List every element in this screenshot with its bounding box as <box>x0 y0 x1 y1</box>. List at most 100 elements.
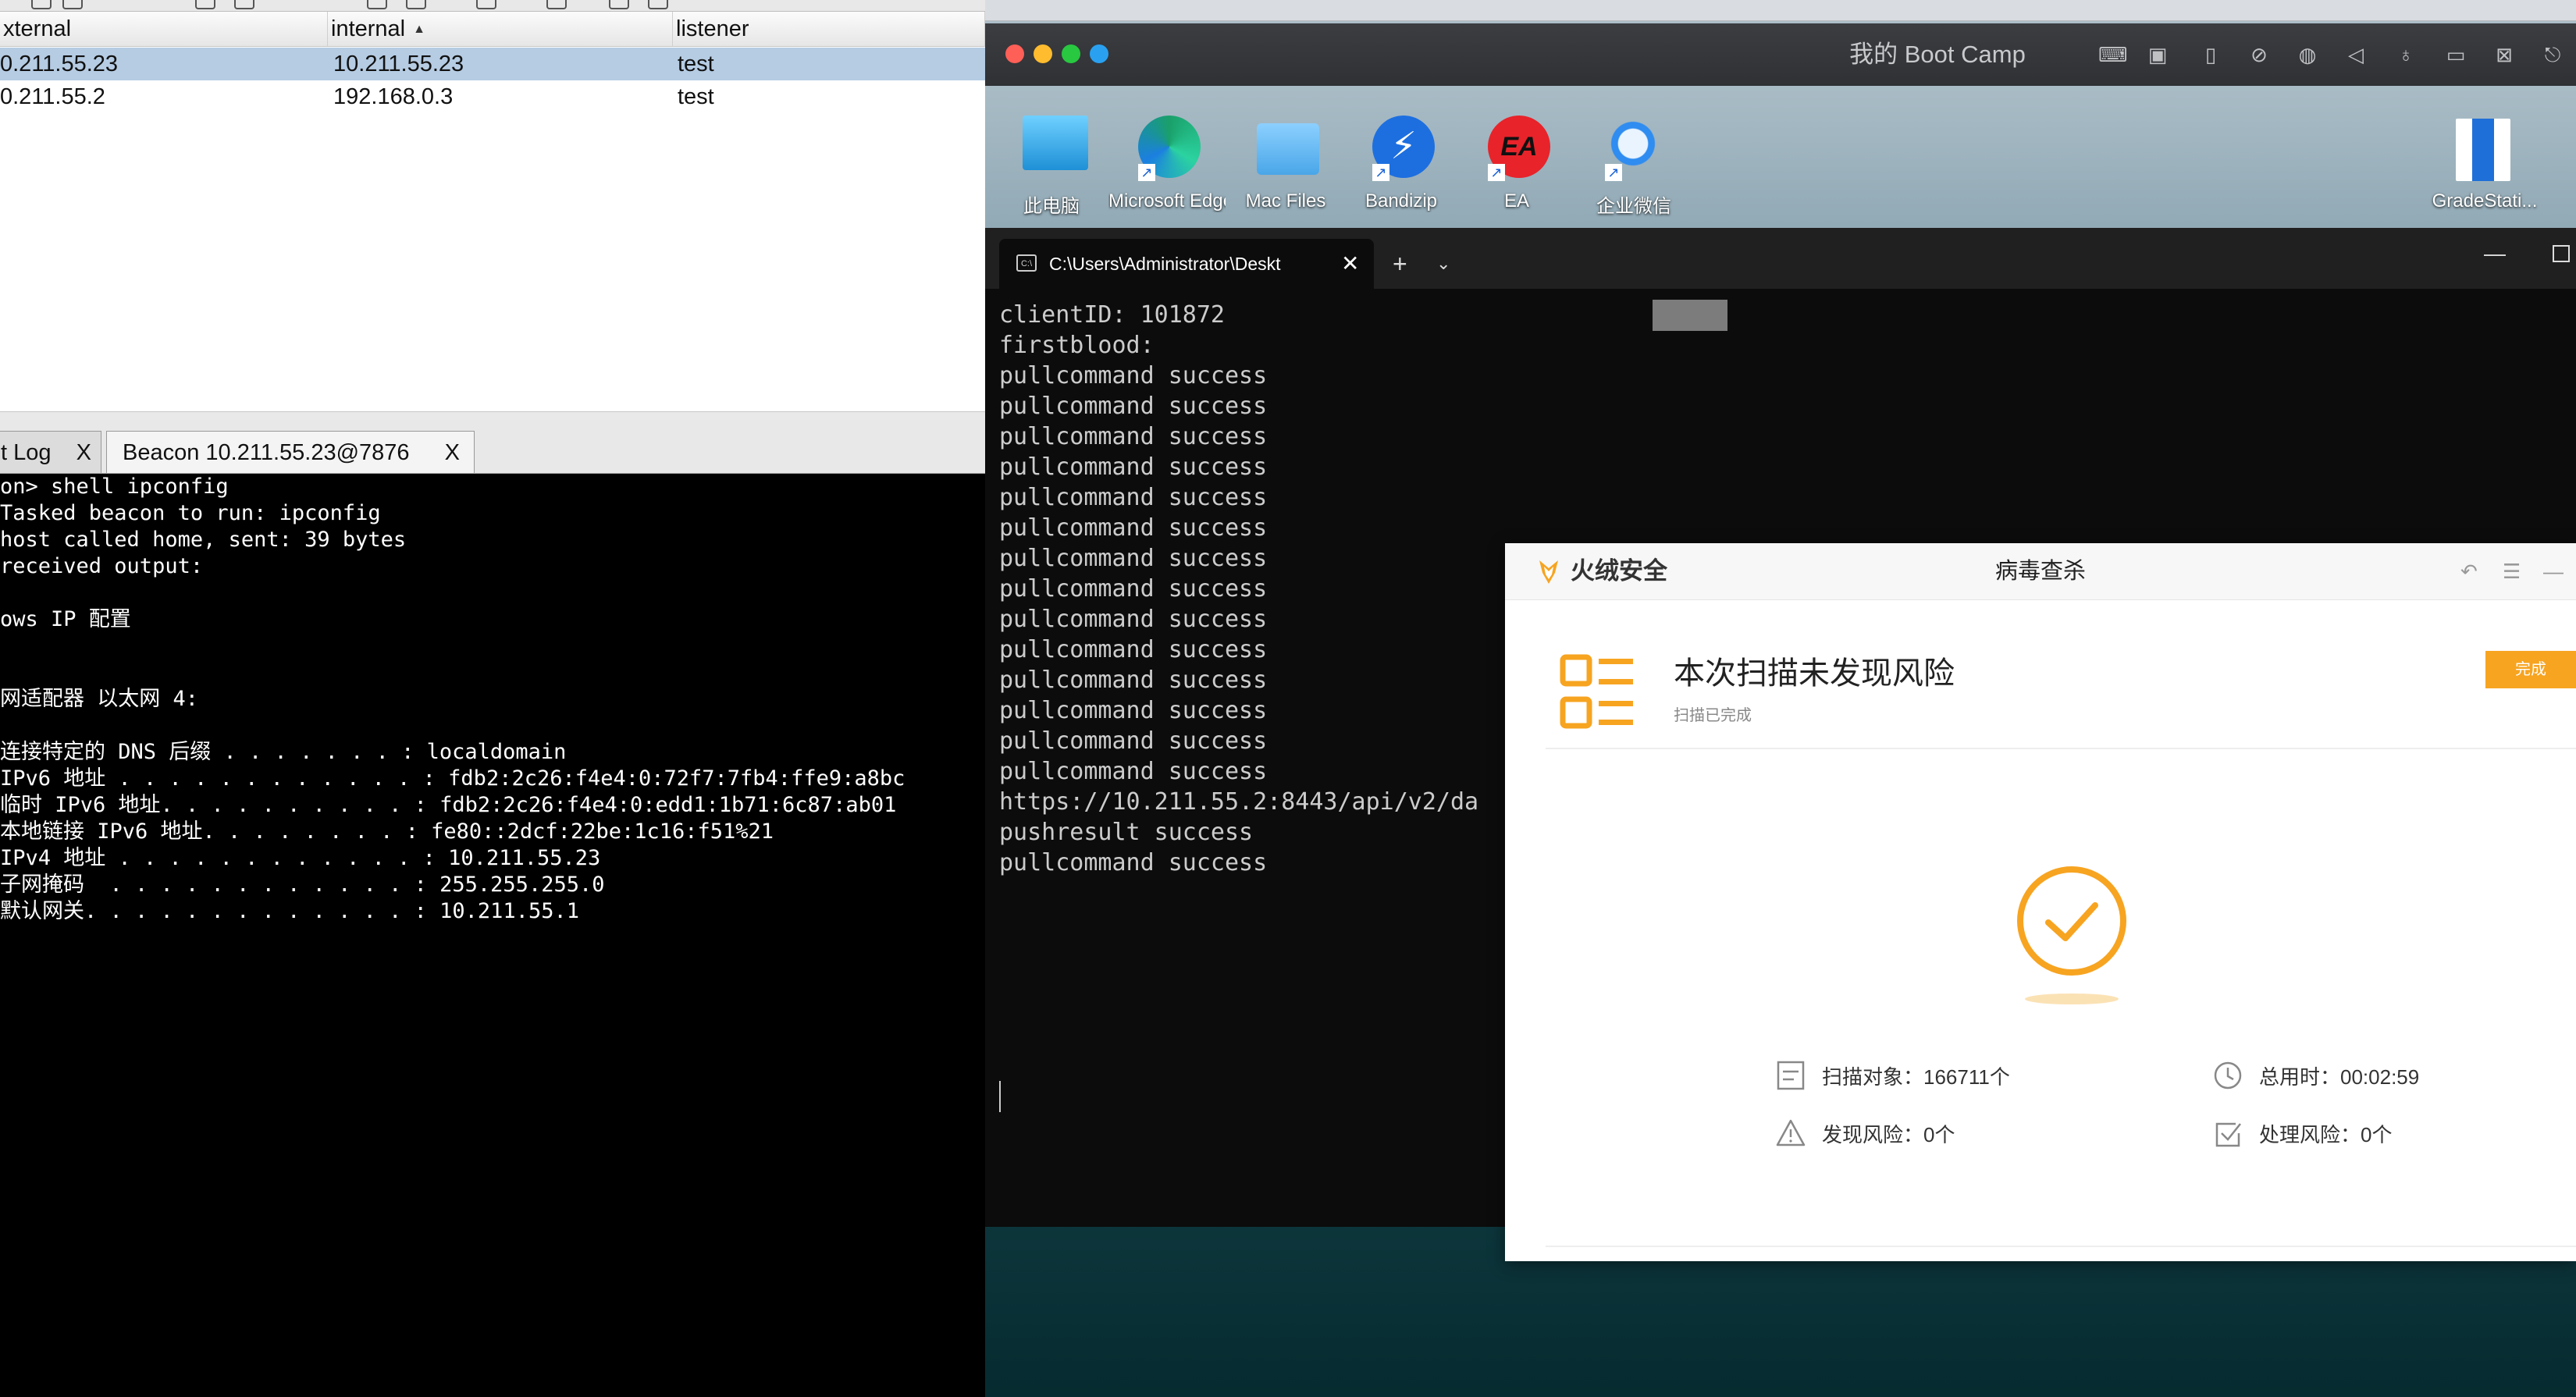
gradestats-icon <box>2456 119 2510 181</box>
handled-risk-count: 处理风险：0个 <box>2259 1123 2393 1146</box>
toolbar-button-icon[interactable] <box>195 0 215 9</box>
tab-close-icon[interactable]: X <box>76 432 91 474</box>
tab-event-log[interactable]: t Log X <box>0 431 101 473</box>
no-camera-icon[interactable]: ⊘ <box>2248 44 2270 66</box>
console-line: 连接特定的 DNS 后缀 . . . . . . . : localdomain <box>0 740 567 764</box>
done-button[interactable]: 完成 <box>2485 651 2576 688</box>
scan-report-list-icon <box>1560 654 1633 729</box>
microphone-icon[interactable]: ♁ <box>2395 44 2417 66</box>
terminal-line: pullcommand success <box>999 727 1268 755</box>
toolbar-button-icon[interactable] <box>546 0 567 9</box>
column-header-listener[interactable]: listener <box>673 12 985 46</box>
chip-icon[interactable]: ▣ <box>2147 44 2169 66</box>
terminal-line: pullcommand success <box>999 697 1268 724</box>
minimize-icon[interactable]: — <box>2543 543 2564 599</box>
console-line: 本地链接 IPv6 地址. . . . . . . . : fe80::2dcf… <box>0 819 774 844</box>
toolbar-button-icon[interactable] <box>476 0 496 9</box>
toolbar-button-icon[interactable] <box>406 0 426 9</box>
desktop-icon-this-pc[interactable]: 此电脑 <box>1009 116 1094 217</box>
desktop-icon-bandizip[interactable]: ⚡ ↗ Bandizip <box>1358 116 1444 217</box>
terminal-tab-strip: C:\ C:\Users\Administrator\Deskt ✕ + ⌄ — <box>985 228 2576 289</box>
huorong-brand: 火绒安全 <box>1571 557 1667 585</box>
beacon-console[interactable]: on> shell ipconfig Tasked beacon to run:… <box>0 474 985 1397</box>
shortcut-arrow-icon: ↗ <box>1488 164 1505 181</box>
minimize-icon[interactable]: — <box>2484 228 2506 279</box>
tab-close-icon[interactable]: X <box>445 432 460 474</box>
terminal-tab-title: C:\Users\Administrator\Deskt <box>1049 254 1281 274</box>
terminal-tab[interactable]: C:\ C:\Users\Administrator\Deskt ✕ <box>999 239 1374 289</box>
handled-check-icon <box>2215 1122 2241 1147</box>
usb-icon[interactable]: ▯ <box>2200 44 2222 66</box>
shortcut-arrow-icon: ↗ <box>1138 164 1155 181</box>
desktop-icon-edge[interactable]: ↗ Microsoft Edge <box>1108 116 1226 217</box>
clock-icon <box>2214 1061 2242 1090</box>
success-check-icon <box>2017 866 2126 1004</box>
text-cursor <box>999 1081 1001 1112</box>
terminal-line: pullcommand success <box>999 423 1268 450</box>
drive-icon[interactable]: ▭ <box>2445 44 2467 66</box>
speaker-icon[interactable]: ◁ <box>2345 44 2367 66</box>
table-row[interactable]: 0.211.55.2 192.168.0.3 test <box>0 80 985 113</box>
console-line: on> shell ipconfig <box>0 475 229 499</box>
console-line: IPv6 地址 . . . . . . . . . . . . : fdb2:2… <box>0 766 906 791</box>
console-line: IPv4 地址 . . . . . . . . . . . . : 10.211… <box>0 846 601 870</box>
desktop-icon-wecom[interactable]: ↗ 企业微信 <box>1591 116 1677 217</box>
vm-title-bar[interactable]: 我的 Boot Camp ⌨ ▣ ▯ ⊘ ◍ ◁ ♁ ▭ ⊠ ⎋ <box>985 23 2576 87</box>
zoom-window-icon[interactable] <box>1062 44 1080 63</box>
terminal-line: pullcommand success <box>999 362 1268 389</box>
total-time: 总用时：00:02:59 <box>2259 1065 2420 1089</box>
mac-files-icon <box>1257 123 1319 175</box>
terminal-line: pushresult success <box>999 819 1254 846</box>
toolbar-button-icon[interactable] <box>31 0 52 9</box>
console-line: Tasked beacon to run: ipconfig <box>0 501 381 525</box>
sort-ascending-icon: ▲ <box>413 23 425 37</box>
new-tab-button[interactable]: + <box>1393 239 1407 289</box>
divider <box>1546 748 2576 749</box>
toolbar-button-icon[interactable] <box>648 0 668 9</box>
column-header-external[interactable]: xternal <box>0 12 328 46</box>
terminal-line: pullcommand success <box>999 545 1268 572</box>
desktop-icon-mac-files[interactable]: Mac Files <box>1243 116 1329 217</box>
huorong-title-bar[interactable]: 火绒安全 病毒查杀 ↶ ☰ — <box>1505 543 2576 600</box>
scan-status-text: 扫描已完成 <box>1674 707 1752 724</box>
globe-icon[interactable]: ◍ <box>2297 44 2318 66</box>
keyboard-icon[interactable]: ⌨ <box>2098 44 2128 66</box>
terminal-line: clientID: 101872 <box>999 301 1225 329</box>
console-line: 临时 IPv6 地址. . . . . . . . . . : fdb2:2c2… <box>0 793 897 817</box>
huorong-antivirus-window: 火绒安全 病毒查杀 ↶ ☰ — 本次扫描未发现风险 扫描已完成 完成 扫描对象：… <box>1505 543 2576 1261</box>
table-row[interactable]: 0.211.55.23 10.211.55.23 test <box>0 48 985 80</box>
this-pc-icon <box>1023 116 1088 170</box>
vm-coherence-icon[interactable] <box>1090 44 1108 63</box>
background-window-strip <box>985 0 2576 21</box>
console-line: 子网掩码 . . . . . . . . . . . . : 255.255.2… <box>0 873 605 897</box>
toolbar-button-icon[interactable] <box>234 0 254 9</box>
tab-beacon[interactable]: Beacon 10.211.55.23@7876 X <box>106 431 475 473</box>
terminal-line: pullcommand success <box>999 484 1268 511</box>
terminal-line: pullcommand success <box>999 514 1268 542</box>
toolbar-button-icon[interactable] <box>609 0 629 9</box>
minimize-window-icon[interactable] <box>1034 44 1052 63</box>
column-header-internal[interactable]: internal ▲ <box>328 12 673 46</box>
desktop-icon-gradestats[interactable]: GradeStati... <box>2432 116 2537 217</box>
boot-camp-vm-window: 我的 Boot Camp ⌨ ▣ ▯ ⊘ ◍ ◁ ♁ ▭ ⊠ ⎋ 此电脑 ↗ M… <box>985 23 2576 1397</box>
huorong-logo-icon <box>1539 560 1558 584</box>
toolbar-button-icon[interactable] <box>367 0 387 9</box>
found-risk-count: 发现风险：0个 <box>1822 1123 1955 1146</box>
close-window-icon[interactable] <box>1005 44 1024 63</box>
console-line: received output: <box>0 554 204 578</box>
scan-objects-count: 扫描对象：166711个 <box>1822 1065 2010 1089</box>
maximize-icon[interactable] <box>2553 245 2570 262</box>
text-selection-highlight <box>1653 300 1727 331</box>
close-tab-icon[interactable]: ✕ <box>1341 239 1359 289</box>
menu-icon[interactable]: ☰ <box>2503 543 2521 599</box>
desktop-icon-ea[interactable]: EA ↗ EA <box>1474 116 1560 217</box>
back-icon[interactable]: ↶ <box>2460 543 2478 599</box>
camera-off-icon[interactable]: ⊠ <box>2493 44 2515 66</box>
share-icon[interactable]: ⎋ <box>2542 44 2564 66</box>
table-header: xternal internal ▲ listener <box>0 12 985 47</box>
toolbar-button-icon[interactable] <box>62 0 83 9</box>
terminal-line: pullcommand success <box>999 636 1268 663</box>
terminal-line: pullcommand success <box>999 849 1268 876</box>
tab-dropdown-icon[interactable]: ⌄ <box>1436 239 1450 289</box>
terminal-line: pullcommand success <box>999 606 1268 633</box>
